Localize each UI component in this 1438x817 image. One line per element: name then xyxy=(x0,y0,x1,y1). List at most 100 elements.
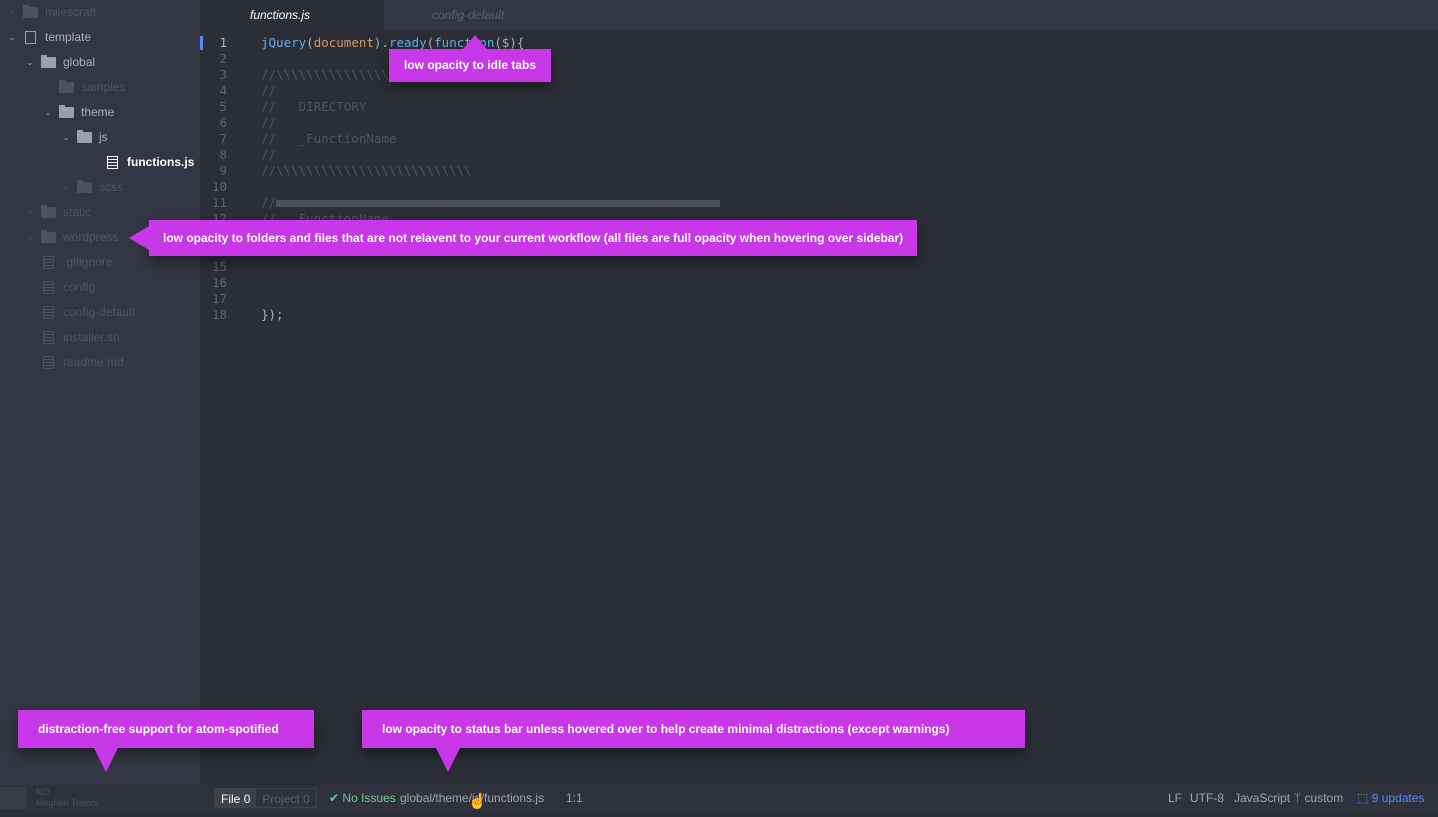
linter-status[interactable]: ✔ No Issues xyxy=(329,785,396,811)
tree-item-label: global xyxy=(63,55,96,69)
linter-tabs: File 0 Project 0 xyxy=(214,788,317,808)
line-number: 5 xyxy=(219,99,227,114)
tree-item-label: js xyxy=(99,130,108,144)
callout-text: distraction-free support for atom-spotif… xyxy=(38,722,279,736)
code-token: //\\\\\\\\\\\\\\\\\\\\\\\\\\ xyxy=(261,163,472,178)
code-token: jQuery xyxy=(261,35,307,50)
mouse-pointer-icon: ☝ xyxy=(468,793,487,810)
folder-icon xyxy=(41,205,56,218)
line-ending[interactable]: LF xyxy=(1168,785,1182,811)
more-icon[interactable]: ... xyxy=(188,791,196,817)
tree-item-static[interactable]: › static xyxy=(23,200,91,225)
tab-config-default[interactable]: config-default xyxy=(384,0,1438,30)
code-editor[interactable]: 1 jQuery(document).ready(function($){2 3//… xyxy=(200,30,1438,785)
folder-icon xyxy=(41,230,56,243)
chevron-down-icon: ⌄ xyxy=(44,107,52,117)
package-icon: ⬚ xyxy=(1357,791,1369,805)
linter-file-tab[interactable]: File 0 xyxy=(215,789,257,807)
code-token: ( xyxy=(426,35,435,50)
file-count: 0 xyxy=(243,792,251,806)
tree-item-template[interactable]: ⌄ template xyxy=(5,25,91,50)
branch-icon: ᛘ xyxy=(1294,791,1302,805)
callout-status-bar: low opacity to status bar unless hovered… xyxy=(362,710,1025,772)
repo-icon xyxy=(25,31,36,44)
tree-item-config-default[interactable]: config-default xyxy=(23,300,135,325)
encoding[interactable]: UTF-8 xyxy=(1190,785,1224,811)
tree-item-scss[interactable]: › scss xyxy=(59,175,123,200)
tree-item-functions-js[interactable]: functions.js xyxy=(77,150,194,175)
track-artist: Meghan Trainor xyxy=(36,798,100,808)
code-token: // xyxy=(261,83,277,98)
line-number: 18 xyxy=(211,307,227,322)
code-token: ). xyxy=(373,35,389,50)
tree-item-label: milescraft xyxy=(45,5,97,19)
chevron-right-icon: › xyxy=(28,207,32,217)
code-text: //\\\\\\\\\\\\\\\\\\\\\\\\\\ xyxy=(261,163,472,179)
line-number: 4 xyxy=(219,83,227,98)
chevron-right-icon: › xyxy=(64,182,68,192)
project-label: Project xyxy=(262,792,300,806)
cursor-position[interactable]: 1:1 xyxy=(566,785,583,811)
tree-view[interactable]: › milescraft ⌄ template ⌄ global › samples ⌄ them… xyxy=(0,0,200,785)
code-token: // DIRECTORY xyxy=(261,99,367,114)
project-count: 0 xyxy=(303,792,310,806)
code-token: // xyxy=(261,195,277,210)
tree-item-label: .gitignore xyxy=(63,255,113,269)
tree-item-label: scss xyxy=(99,180,123,194)
tree-item-theme[interactable]: ⌄ theme xyxy=(41,100,114,125)
line-number: 17 xyxy=(211,291,227,306)
git-branch[interactable]: ᛘ custom xyxy=(1294,785,1343,811)
tree-item-wordpress[interactable]: › wordpress xyxy=(23,225,118,250)
branch-name: custom xyxy=(1304,791,1344,805)
tree-item-global[interactable]: ⌄ global xyxy=(23,50,95,75)
file-icon xyxy=(43,356,54,369)
linter-project-tab[interactable]: Project 0 xyxy=(256,789,315,807)
line-number: 2 xyxy=(219,51,227,66)
line-number: 6 xyxy=(219,115,227,130)
code-token: document xyxy=(313,35,374,50)
tree-item-label: config-default xyxy=(63,305,136,319)
tab-functions-js[interactable]: functions.js xyxy=(200,0,384,30)
issues-text: No Issues xyxy=(342,791,396,805)
tree-item-js[interactable]: ⌄ js xyxy=(59,125,108,150)
file-icon xyxy=(107,156,118,169)
code-token: // _FunctionName xyxy=(261,131,397,146)
tree-item-gitignore[interactable]: .gitignore xyxy=(23,250,112,275)
tree-item-readme-md[interactable]: readme.md xyxy=(23,350,124,375)
code-token: // xyxy=(261,147,277,162)
callout-spotified: distraction-free support for atom-spotif… xyxy=(18,710,314,772)
file-icon xyxy=(43,306,54,319)
code-text: // DIRECTORY xyxy=(261,99,366,115)
code-text: // _FunctionName xyxy=(261,131,396,147)
callout-sidebar: low opacity to folders and files that ar… xyxy=(129,220,918,256)
tree-item-label: template xyxy=(45,30,92,44)
folder-icon xyxy=(59,80,74,93)
code-text: // xyxy=(261,83,276,99)
check-icon: ✔ xyxy=(329,791,340,805)
tree-item-config[interactable]: config xyxy=(23,275,95,300)
package-updates[interactable]: ⬚ 9 updates xyxy=(1357,785,1424,811)
folder-icon xyxy=(77,180,92,193)
line-number: 8 xyxy=(219,147,227,162)
code-token: ($){ xyxy=(494,35,525,50)
tree-item-label: samples xyxy=(81,80,126,94)
tree-item-samples[interactable]: › samples xyxy=(41,75,126,100)
tree-item-installer-sh[interactable]: installer.sh xyxy=(23,325,120,350)
line-number: 1 xyxy=(219,35,227,50)
folder-icon xyxy=(77,130,92,143)
code-text: // xyxy=(261,115,276,131)
chevron-right-icon: › xyxy=(10,7,14,17)
callout-text: low opacity to folders and files that ar… xyxy=(163,231,904,245)
callout-idle-tabs: low opacity to idle tabs xyxy=(389,35,552,82)
code-text: }); xyxy=(261,307,284,323)
callout-text: low opacity to status bar unless hovered… xyxy=(382,722,950,736)
tree-item-label: static xyxy=(63,205,92,219)
grammar[interactable]: JavaScript xyxy=(1234,785,1290,811)
tree-item-milescraft[interactable]: › milescraft xyxy=(5,0,96,25)
line-number: 11 xyxy=(211,195,227,210)
chevron-down-icon: ⌄ xyxy=(62,132,70,142)
updates-text: 9 updates xyxy=(1371,791,1425,805)
chevron-right-icon: › xyxy=(46,82,50,92)
line-number: 10 xyxy=(211,179,227,194)
folder-icon xyxy=(59,105,74,118)
